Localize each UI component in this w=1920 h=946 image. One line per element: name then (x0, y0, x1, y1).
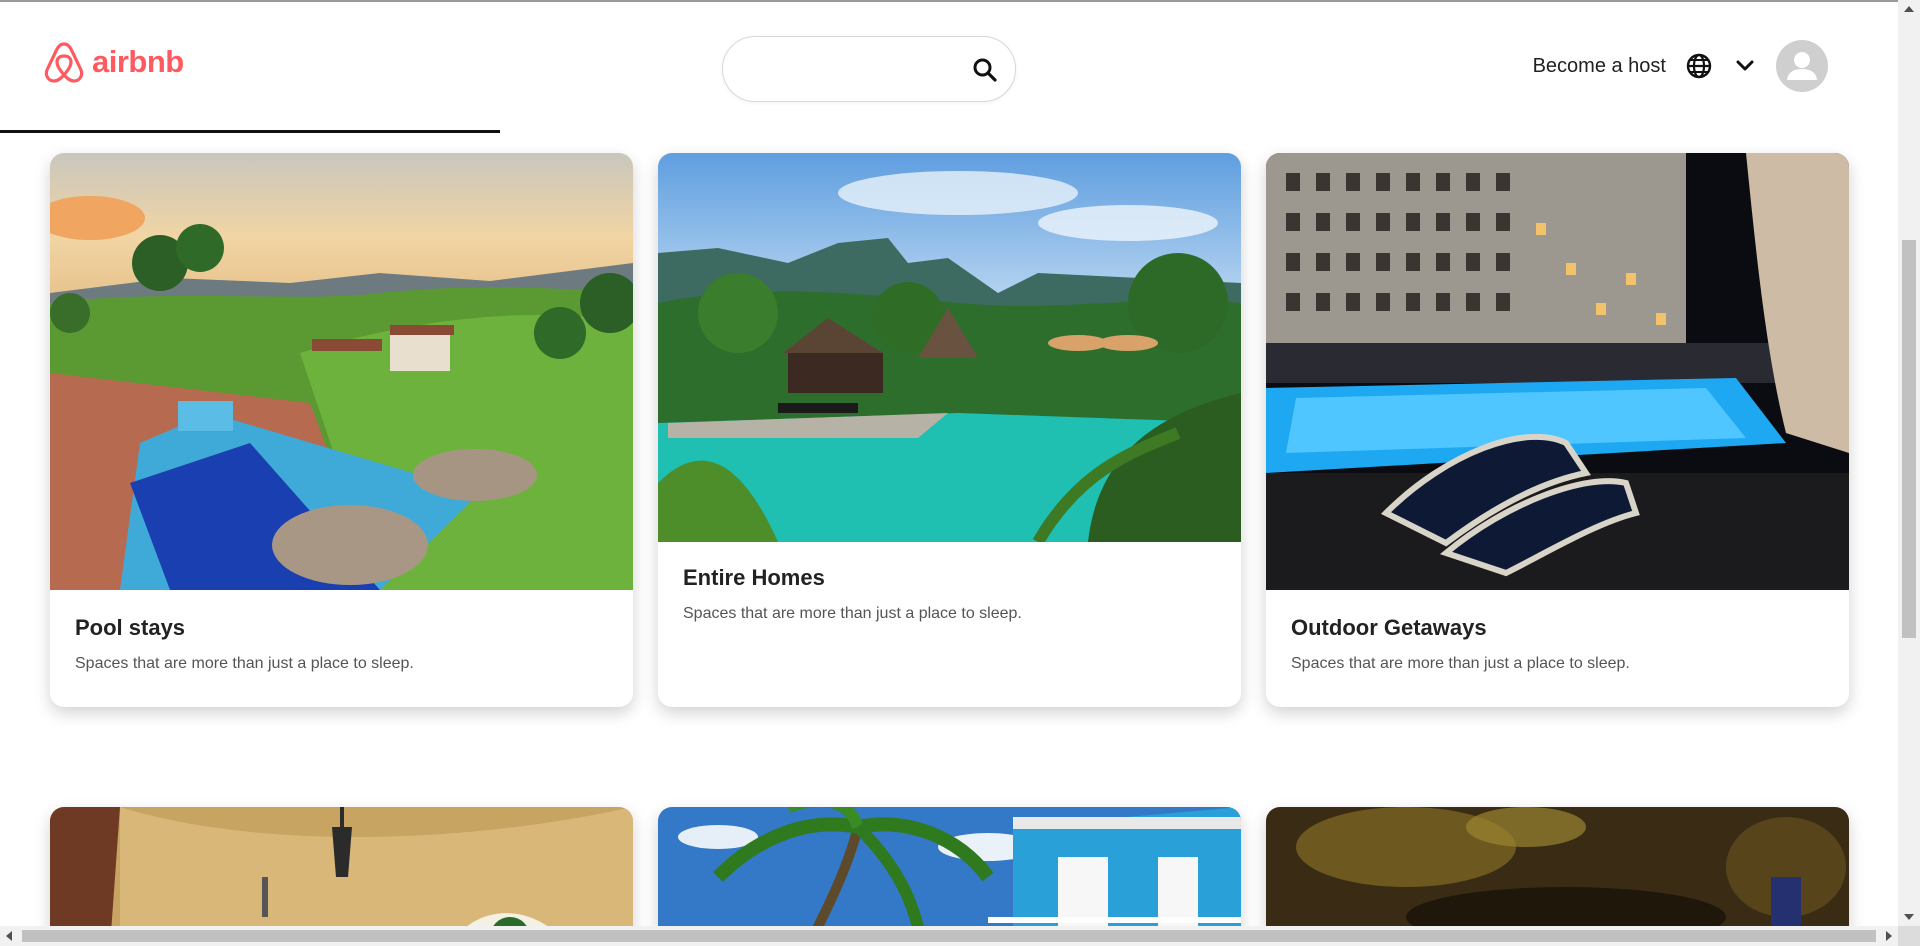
scroll-left-arrow-icon[interactable] (6, 931, 12, 941)
search-input[interactable] (743, 53, 963, 87)
pool-hillside-sunset-image (50, 153, 633, 590)
card-description: Spaces that are more than just a place t… (1291, 655, 1630, 672)
scrollbar-corner (1898, 926, 1920, 946)
horizontal-scroll-thumb[interactable] (22, 930, 1876, 942)
card-description: Spaces that are more than just a place t… (75, 655, 414, 672)
night-hotel-pool-image (1266, 153, 1849, 590)
tropical-pool-resort-image (658, 153, 1241, 542)
header-actions: Become a host (1533, 40, 1898, 92)
card-body: Outdoor Getaways Spaces that are more th… (1291, 615, 1630, 673)
card-title: Pool stays (75, 615, 186, 640)
header: airbnb Become a host (0, 2, 1898, 132)
category-card-outdoor-getaways[interactable]: Outdoor Getaways Spaces that are more th… (1266, 153, 1849, 707)
horizontal-scrollbar[interactable] (0, 926, 1898, 946)
search-icon[interactable] (971, 56, 999, 84)
chevron-down-icon[interactable] (1734, 55, 1756, 77)
card-title: Entire Homes (683, 565, 825, 590)
vertical-scrollbar[interactable] (1898, 0, 1920, 926)
scroll-up-arrow-icon[interactable] (1904, 6, 1914, 12)
user-avatar-icon[interactable] (1776, 40, 1828, 92)
card-description: Spaces that are more than just a place t… (683, 605, 1022, 622)
become-host-link[interactable]: Become a host (1533, 55, 1666, 78)
scroll-down-arrow-icon[interactable] (1904, 914, 1914, 920)
globe-icon[interactable] (1684, 51, 1714, 81)
category-card-entire-homes[interactable]: Entire Homes Spaces that are more than j… (658, 153, 1241, 707)
brand-name: airbnb (92, 44, 184, 79)
search-bar[interactable] (722, 36, 1016, 102)
category-card-pool-stays[interactable]: Pool stays Spaces that are more than jus… (50, 153, 633, 707)
card-body: Entire Homes Spaces that are more than j… (683, 565, 1022, 623)
card-body: Pool stays Spaces that are more than jus… (75, 615, 414, 673)
airbnb-logo[interactable]: airbnb (42, 38, 184, 86)
active-tab-indicator (0, 130, 500, 133)
scroll-right-arrow-icon[interactable] (1886, 931, 1892, 941)
vertical-scroll-thumb[interactable] (1902, 240, 1916, 638)
airbnb-logo-icon (44, 42, 84, 83)
card-title: Outdoor Getaways (1291, 615, 1487, 640)
